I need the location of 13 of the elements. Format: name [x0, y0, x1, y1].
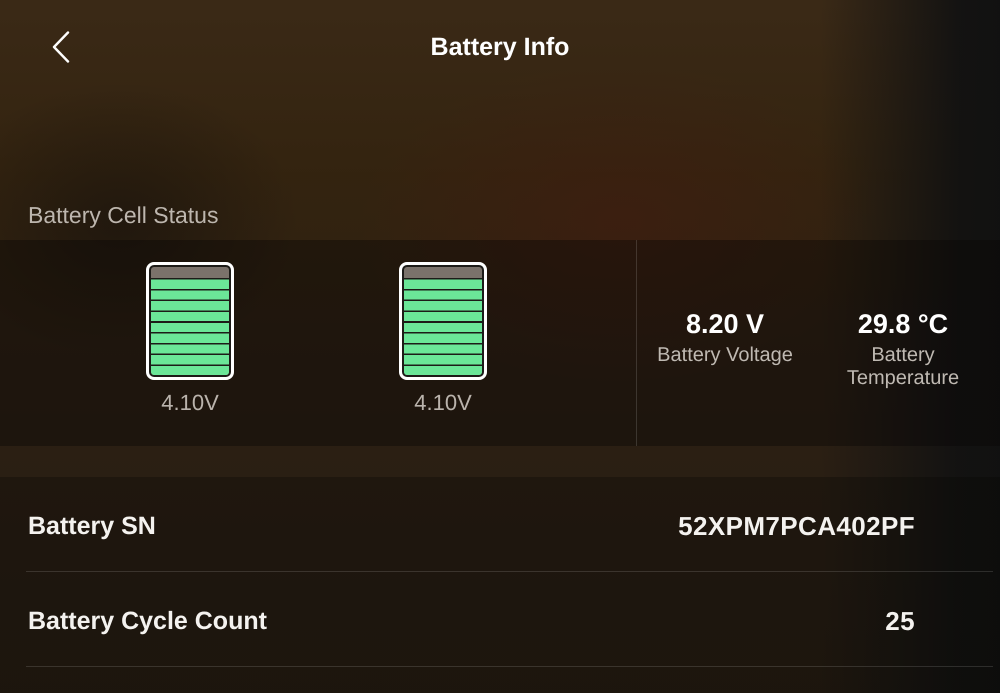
stat-value: 29.8 °C — [858, 309, 948, 339]
stat-value: 8.20 V — [686, 309, 764, 339]
section-label: Battery Cell Status — [28, 201, 218, 230]
cell-voltage: 4.10V — [414, 390, 472, 416]
stat-label: Battery Temperature — [846, 344, 960, 390]
chevron-left-icon — [52, 31, 70, 63]
cell-voltage: 4.10V — [161, 390, 219, 416]
detail-value: 52XPM7PCA402PF — [678, 510, 915, 542]
detail-label: Battery SN — [28, 512, 156, 540]
page-title: Battery Info — [430, 33, 570, 62]
detail-value: 25 — [885, 606, 915, 636]
detail-label: Battery Cycle Count — [28, 606, 267, 636]
stat-label: Battery Voltage — [657, 344, 793, 367]
